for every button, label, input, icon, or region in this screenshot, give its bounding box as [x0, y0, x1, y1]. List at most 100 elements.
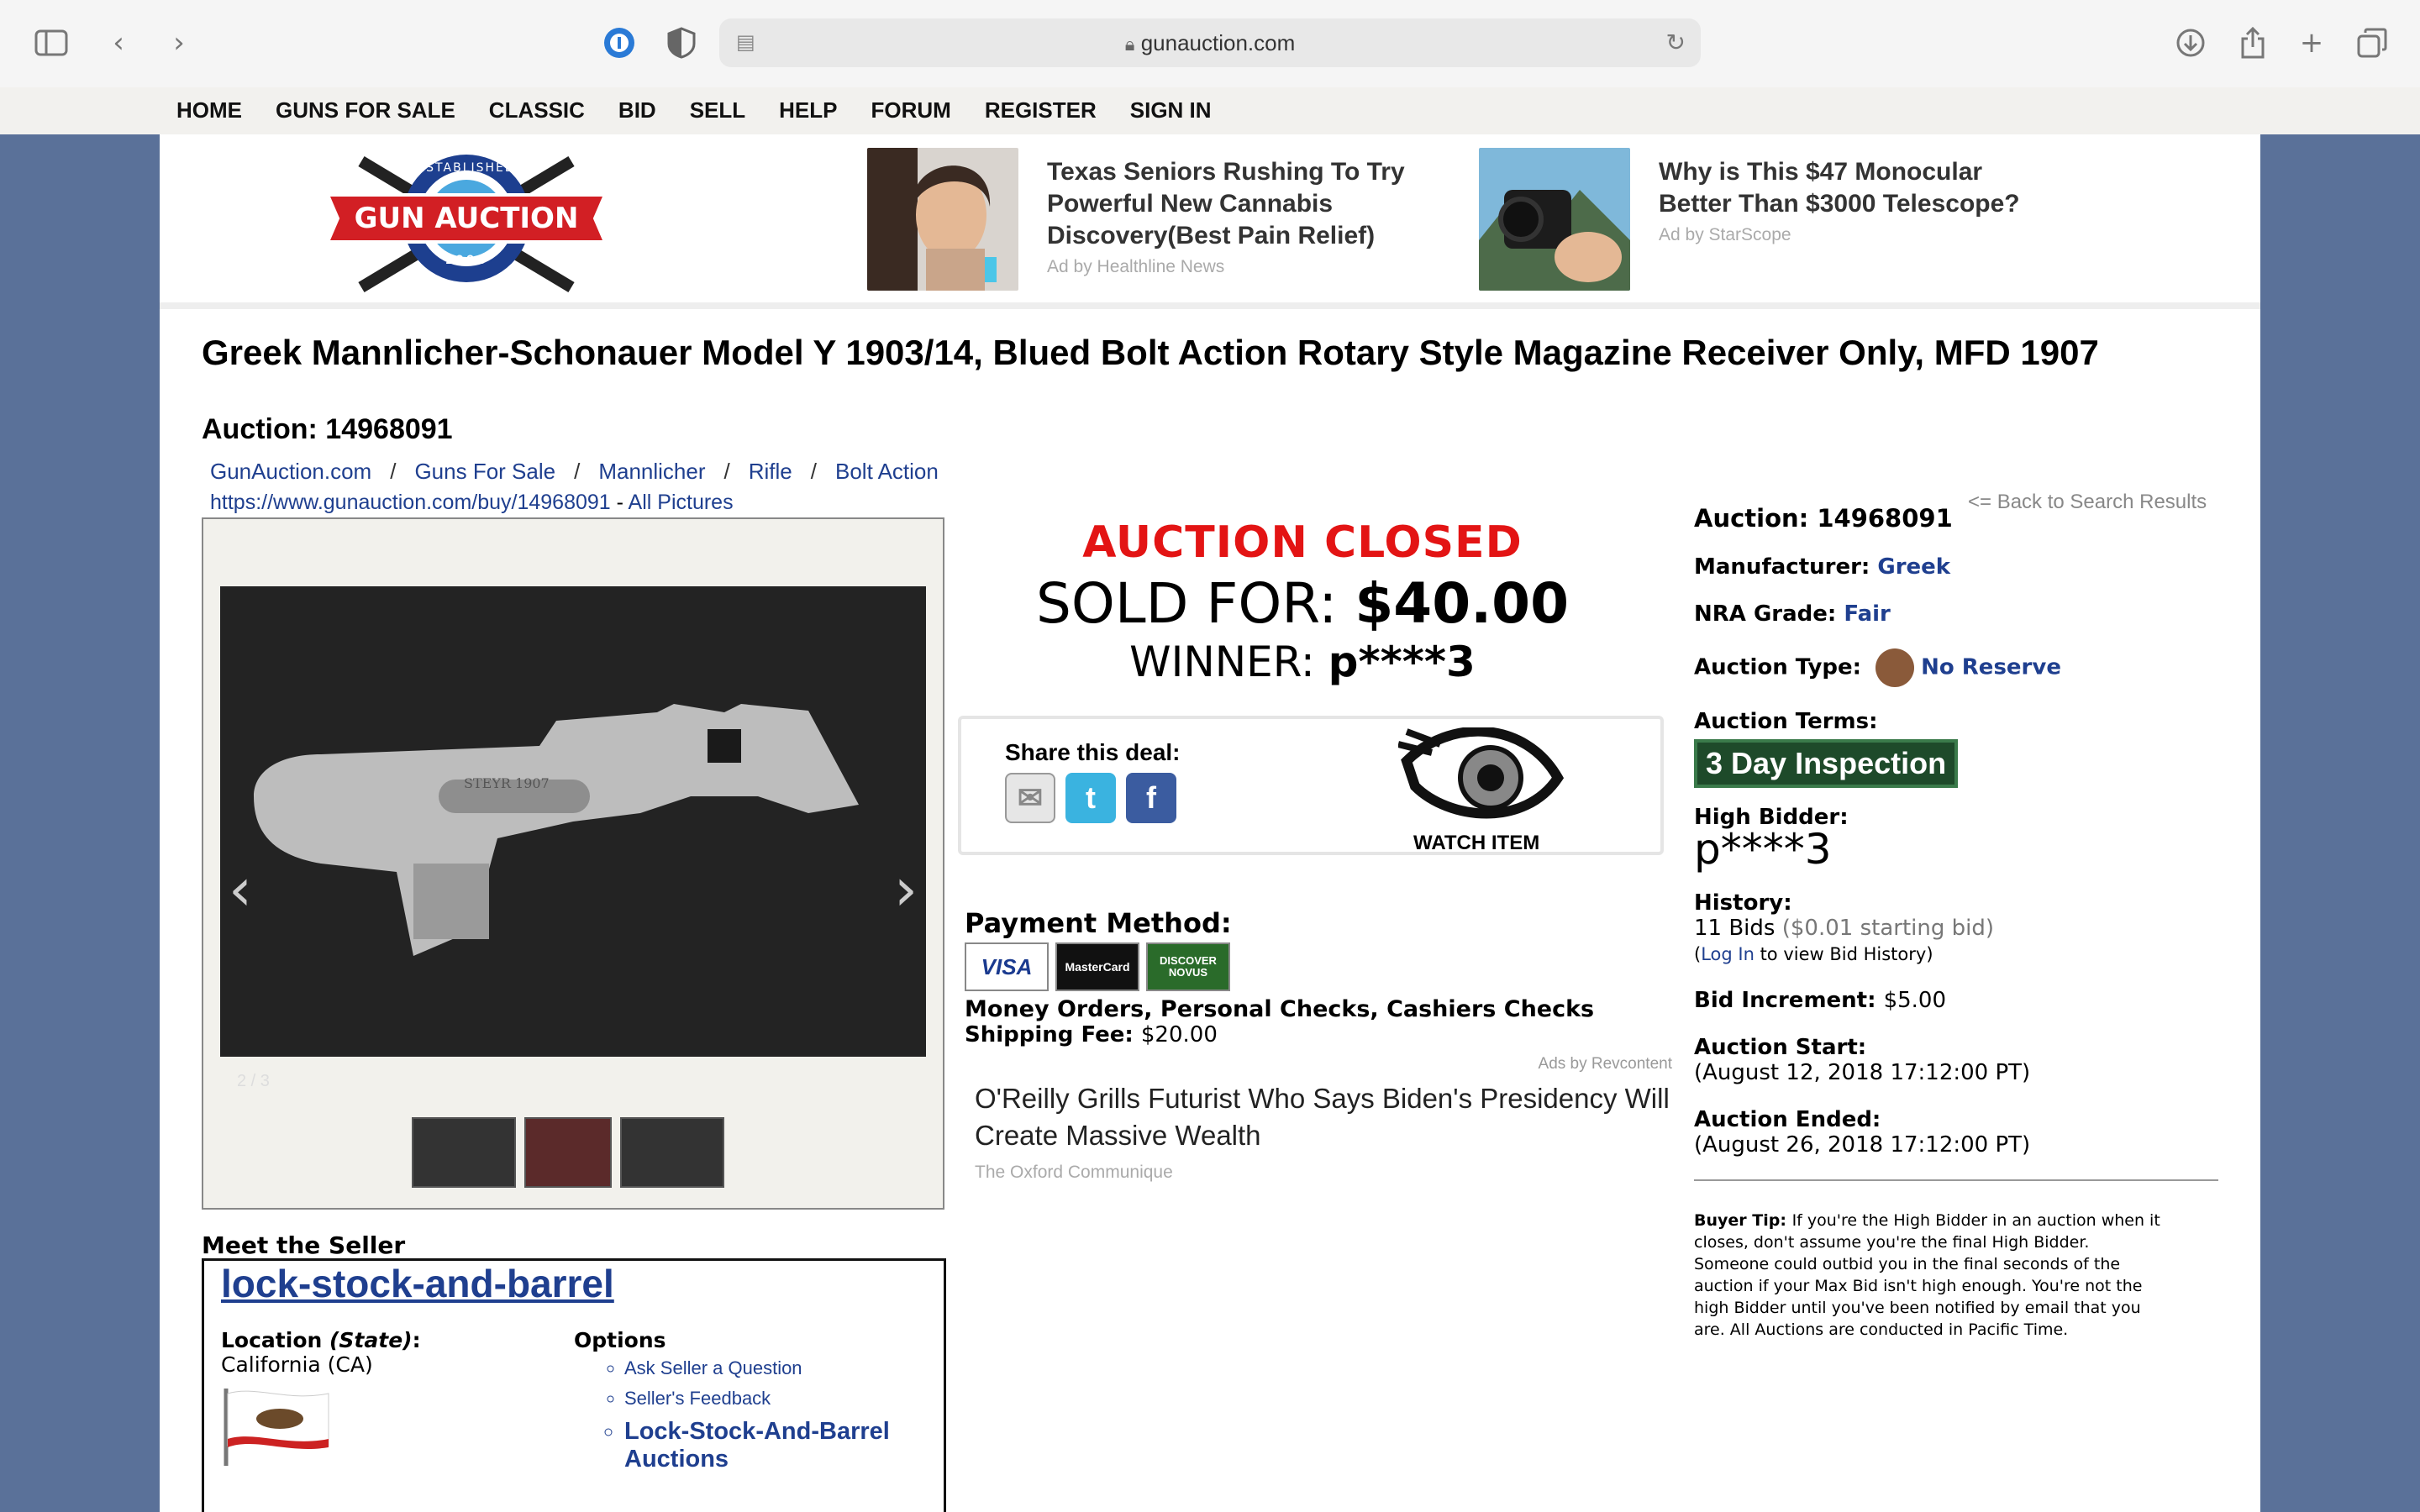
url-separator: - — [610, 491, 629, 514]
manufacturer-label: Manufacturer: — [1694, 554, 1878, 580]
nav-home[interactable]: HOME — [176, 97, 242, 123]
seller-feedback-link[interactable]: Seller's Feedback — [624, 1388, 893, 1410]
share-box: Share this deal: ✉ t f WATCH ITEM — [958, 716, 1664, 855]
ad-source: Ad by Healthline News — [1047, 257, 1225, 276]
all-pictures-link[interactable]: All Pictures — [629, 491, 734, 514]
login-history-text: to view Bid History) — [1754, 944, 1933, 964]
crumb-separator: / — [723, 459, 730, 484]
nav-sell[interactable]: SELL — [690, 97, 745, 123]
discover-logo: DISCOVER NOVUS — [1146, 942, 1230, 991]
auction-type-link[interactable]: No Reserve — [1921, 655, 2061, 680]
mastercard-logo: MasterCard — [1055, 942, 1139, 991]
new-tab-icon[interactable]: + — [2294, 25, 2329, 60]
ad-healthline[interactable]: Texas Seniors Rushing To Try Powerful Ne… — [867, 148, 1434, 291]
nav-guns-for-sale[interactable]: GUNS FOR SALE — [276, 97, 455, 123]
ads-by-label: Ads by Revcontent — [1538, 1055, 1672, 1073]
ad-photo-woman[interactable] — [867, 148, 1018, 291]
winner-label: WINNER: — [1129, 638, 1328, 686]
payment-section: Payment Method: VISA MasterCard DISCOVER… — [965, 907, 1594, 1047]
seller-auctions-link[interactable]: Lock-Stock-And-Barrel Auctions — [624, 1418, 893, 1473]
ad-photo-monocular[interactable] — [1479, 148, 1630, 291]
seller-box: lock-stock-and-barrel Location (State): … — [202, 1258, 946, 1512]
ad-source: The Oxford Communique — [975, 1163, 1173, 1182]
crumb-bolt-action[interactable]: Bolt Action — [835, 459, 939, 484]
shield-icon[interactable] — [664, 25, 699, 60]
sidebar-icon[interactable] — [34, 25, 69, 60]
nav-classic[interactable]: CLASSIC — [489, 97, 585, 123]
auction-start-row: Auction Start: (August 12, 2018 17:12:00 … — [1694, 1035, 2232, 1085]
site-nav: HOME GUNS FOR SALE CLASSIC BID SELL HELP… — [0, 87, 2420, 134]
nra-grade-link[interactable]: Fair — [1844, 601, 1891, 627]
gunauction-logo[interactable]: ESTABLISHED GUN AUCTION 1998 — [324, 144, 608, 296]
revcontent-ad[interactable]: Ads by Revcontent O'Reilly Grills Futuri… — [975, 1055, 1672, 1183]
auction-terms-row: Auction Terms: 3 Day Inspection — [1694, 709, 2232, 788]
next-photo-icon[interactable]: › — [894, 855, 918, 924]
ad-headline[interactable]: Why is This $47 Monocular Better Than $3… — [1659, 156, 2045, 220]
meet-seller-heading: Meet the Seller — [202, 1231, 406, 1259]
share-icon[interactable] — [2235, 25, 2270, 60]
nav-help[interactable]: HELP — [779, 97, 837, 123]
listing-url-link[interactable]: https://www.gunauction.com/buy/14968091 — [210, 491, 611, 514]
tab-overview-icon[interactable] — [2354, 25, 2390, 60]
login-link[interactable]: Log In — [1701, 944, 1754, 964]
email-share-icon[interactable]: ✉ — [1005, 773, 1055, 823]
location-value: California (CA) — [221, 1352, 373, 1377]
ad-starscope[interactable]: Why is This $47 Monocular Better Than $3… — [1479, 148, 2045, 291]
nav-forum[interactable]: FORUM — [871, 97, 951, 123]
share-label: Share this deal: — [1005, 739, 1181, 765]
history-label: History: — [1694, 890, 1792, 916]
auction-ended-row: Auction Ended: (August 26, 2018 17:12:00 … — [1694, 1107, 2232, 1158]
password-manager-icon[interactable] — [602, 25, 637, 60]
watch-item-button[interactable]: WATCH ITEM — [1397, 726, 1566, 854]
download-icon[interactable] — [2173, 25, 2208, 60]
thumbnail[interactable] — [412, 1117, 516, 1188]
facebook-share-icon[interactable]: f — [1126, 773, 1176, 823]
bid-increment-value: $5.00 — [1883, 988, 1946, 1013]
crumb-separator: / — [390, 459, 397, 484]
starting-bid: ($0.01 starting bid) — [1781, 916, 1994, 941]
nav-sign-in[interactable]: SIGN IN — [1130, 97, 1212, 123]
back-icon[interactable]: ‹ — [101, 25, 136, 60]
page-content: ESTABLISHED GUN AUCTION 1998 Texas Senio… — [160, 134, 2260, 1512]
logo-established: ESTABLISHED — [417, 161, 516, 175]
auction-closed-label: AUCTION CLOSED — [1082, 517, 1523, 568]
auction-ended-value: (August 26, 2018 17:12:00 PT) — [1694, 1132, 2031, 1158]
ad-headline[interactable]: O'Reilly Grills Futurist Who Says Biden'… — [975, 1080, 1672, 1154]
seller-options: Options Ask Seller a Question Seller's F… — [574, 1328, 893, 1482]
crumb-gunauction[interactable]: GunAuction.com — [210, 459, 371, 484]
buyer-tip-text: If you're the High Bidder in an auction … — [1694, 1211, 2160, 1339]
main-photo[interactable]: STEYR 1907 ‹ › 2 / 3 — [220, 586, 926, 1090]
inspection-badge[interactable]: 3 Day Inspection — [1694, 739, 1959, 788]
logo-year: 1998 — [445, 254, 488, 267]
svg-text:STEYR 1907: STEYR 1907 — [464, 775, 550, 791]
no-reserve-avatar — [1876, 648, 1915, 687]
eye-icon — [1397, 726, 1565, 819]
address-url: 🔒︎ gunauction.com — [719, 30, 1701, 56]
thumbnail[interactable] — [524, 1117, 612, 1188]
prev-photo-icon[interactable]: ‹ — [229, 855, 252, 924]
listing-url-line: https://www.gunauction.com/buy/14968091 … — [210, 491, 734, 515]
crumb-mannlicher[interactable]: Mannlicher — [598, 459, 705, 484]
auction-number: Auction: 14968091 — [202, 413, 453, 445]
shipping-value: $20.00 — [1140, 1022, 1218, 1047]
manufacturer-link[interactable]: Greek — [1877, 554, 1950, 580]
payment-heading: Payment Method: — [965, 907, 1232, 939]
crumb-guns-for-sale[interactable]: Guns For Sale — [414, 459, 555, 484]
crumb-rifle[interactable]: Rifle — [749, 459, 792, 484]
nra-grade-row: NRA Grade: Fair — [1694, 601, 2232, 627]
nav-bid[interactable]: BID — [618, 97, 656, 123]
buyer-tip: Buyer Tip: If you're the High Bidder in … — [1694, 1210, 2165, 1341]
forward-icon[interactable]: › — [161, 25, 197, 60]
nav-register[interactable]: REGISTER — [985, 97, 1097, 123]
thumbnail[interactable] — [620, 1117, 724, 1188]
twitter-share-icon[interactable]: t — [1065, 773, 1116, 823]
ad-headline[interactable]: Texas Seniors Rushing To Try Powerful Ne… — [1047, 156, 1434, 252]
header-ad-strip: ESTABLISHED GUN AUCTION 1998 Texas Senio… — [160, 134, 2260, 309]
details-auction-number: Auction: 14968091 — [1694, 504, 2232, 533]
reload-icon[interactable]: ↻ — [1666, 29, 1686, 56]
ask-seller-link[interactable]: Ask Seller a Question — [624, 1357, 893, 1379]
seller-name-link[interactable]: lock-stock-and-barrel — [221, 1261, 614, 1306]
address-bar[interactable]: ▤ 🔒︎ gunauction.com ↻ — [719, 18, 1701, 67]
listing-title: Greek Mannlicher-Schonauer Model Y 1903/… — [202, 333, 2099, 372]
bid-count: 11 Bids — [1694, 916, 1776, 941]
